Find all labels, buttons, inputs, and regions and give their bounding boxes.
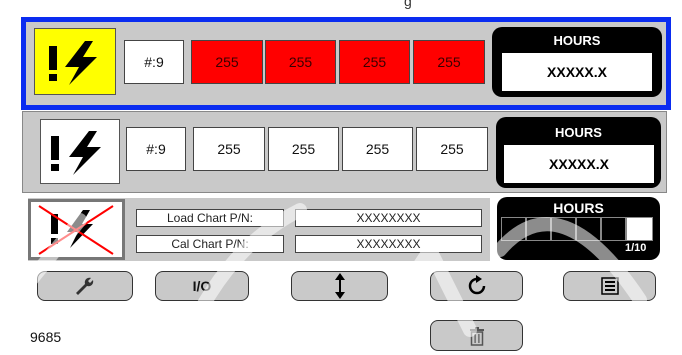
alarm-disabled[interactable]: [28, 199, 125, 260]
value-cell: 255: [265, 40, 336, 84]
level-segment: [551, 217, 576, 241]
level-segment: [526, 217, 551, 241]
level-segment: [601, 217, 626, 241]
settings-button[interactable]: [37, 271, 133, 301]
value-cell: 255: [413, 40, 485, 84]
alarm-status-2[interactable]: [40, 119, 120, 184]
alarm-status-1[interactable]: [34, 28, 116, 95]
list-icon: [600, 277, 619, 295]
delete-button[interactable]: [430, 320, 523, 351]
refresh-icon: [468, 275, 485, 295]
list-button[interactable]: [563, 271, 656, 301]
page-indicator: 1/10: [625, 242, 647, 254]
warning-disabled-icon: [38, 205, 114, 255]
trash-icon: [469, 326, 484, 346]
level-segment-filled: [626, 217, 653, 241]
hours-bargraph: HOURS 1/10: [497, 197, 660, 260]
sensor-id-1: #:9: [124, 40, 184, 84]
hours-label: HOURS: [555, 125, 602, 140]
hours-display-1: HOURS XXXXX.X: [492, 27, 662, 97]
up-down-arrows-icon: [334, 273, 345, 299]
warning-lightning-icon: [49, 41, 97, 85]
hours-display-2: HOURS XXXXX.X: [496, 117, 661, 188]
hours-value: XXXXX.X: [502, 53, 652, 91]
hours-label: HOURS: [553, 200, 604, 216]
value-cell: 255: [416, 127, 488, 171]
cal-chart-value: XXXXXXXX: [295, 235, 482, 253]
level-segment: [576, 217, 601, 241]
value-cell: 255: [191, 40, 263, 84]
refresh-button[interactable]: [430, 271, 523, 301]
cal-chart-label: Cal Chart P/N:: [136, 235, 284, 253]
footer-code: 9685: [30, 329, 62, 345]
load-chart-label: Load Chart P/N:: [136, 209, 284, 227]
sensor-id-2: #:9: [126, 127, 186, 171]
value-cell: 255: [339, 40, 410, 84]
hours-label: HOURS: [553, 33, 601, 48]
title-fragment: g: [404, 0, 412, 9]
warning-lightning-icon: [51, 131, 101, 175]
value-cell: 255: [193, 127, 265, 171]
hours-value: XXXXX.X: [504, 145, 654, 183]
load-chart-value: XXXXXXXX: [295, 209, 482, 227]
level-segment: [501, 217, 526, 241]
value-cell: 255: [268, 127, 339, 171]
io-button[interactable]: I/O: [155, 271, 249, 301]
wrench-icon: [76, 277, 94, 295]
sort-button[interactable]: [291, 271, 388, 301]
value-cell: 255: [342, 127, 413, 171]
